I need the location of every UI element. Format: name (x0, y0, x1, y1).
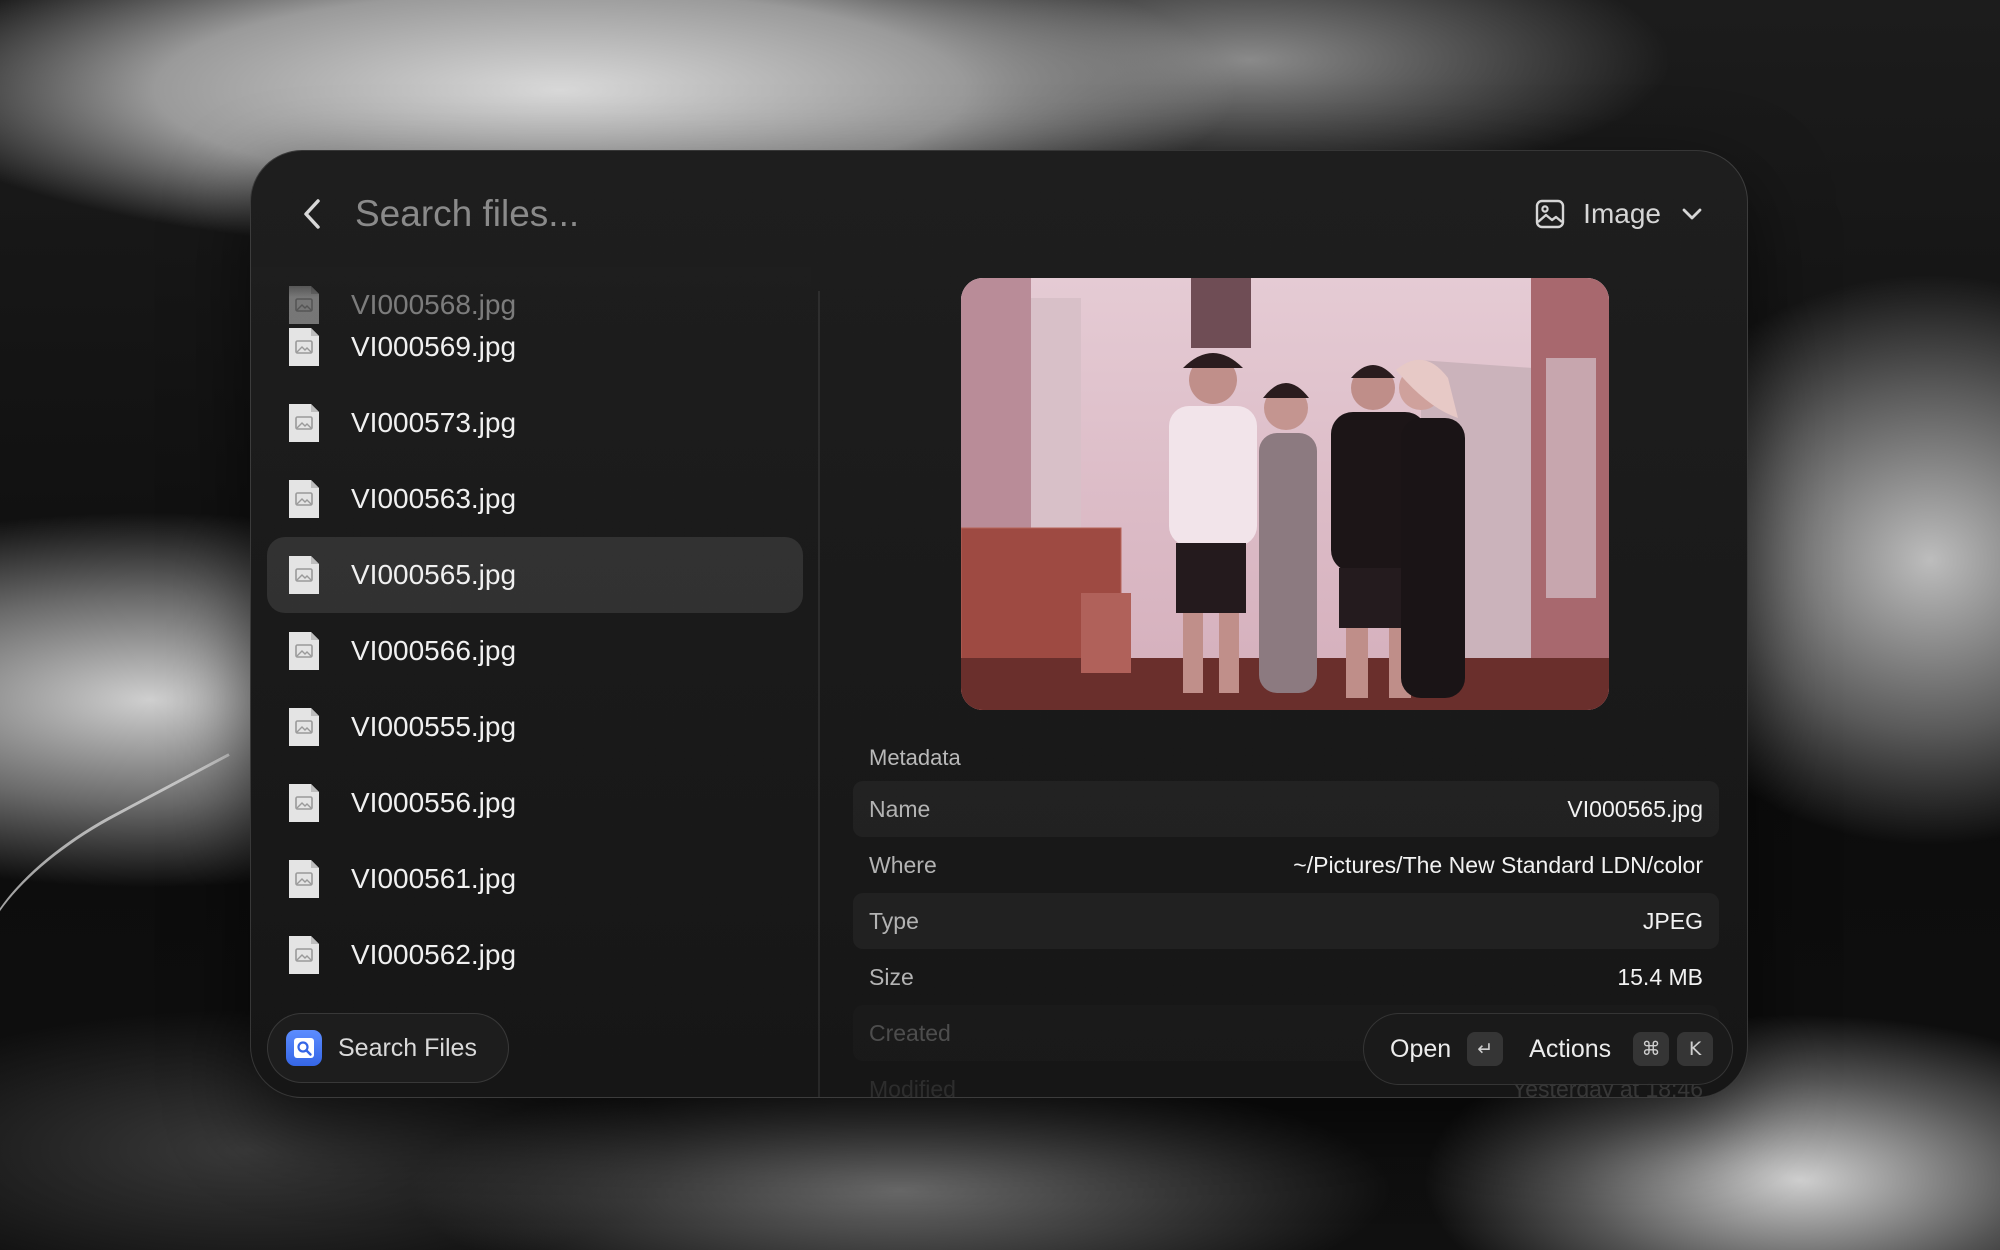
metadata-value: 15.4 MB (1617, 963, 1703, 990)
jpg-file-icon (289, 784, 319, 822)
metadata-value: JPEG (1642, 907, 1703, 934)
file-list-item[interactable]: VI000561.jpg (267, 841, 803, 917)
k-key: K (1677, 1032, 1714, 1066)
search-header: Image (251, 151, 1747, 277)
metadata-key: Where (869, 851, 937, 878)
app-label: Search Files (338, 1033, 477, 1062)
file-name: VI000573.jpg (351, 407, 517, 438)
file-list-item[interactable]: VI000573.jpg (267, 385, 803, 461)
file-name: VI000563.jpg (351, 483, 517, 514)
actions-label: Actions (1529, 1034, 1612, 1063)
panel-divider (818, 291, 820, 1097)
jpg-file-icon (289, 708, 319, 746)
file-list-item[interactable]: VI000569.jpg (267, 309, 803, 385)
file-name: VI000569.jpg (351, 331, 517, 362)
file-name: VI000561.jpg (351, 863, 517, 894)
file-name: VI000555.jpg (351, 711, 517, 742)
file-name: VI000566.jpg (351, 635, 517, 666)
jpg-file-icon (289, 328, 319, 366)
file-name: VI000556.jpg (351, 787, 517, 818)
jpg-file-icon (289, 860, 319, 898)
file-list-item[interactable]: VI000563.jpg (267, 461, 803, 537)
command-key-icon: ⌘ (1633, 1032, 1670, 1066)
file-list-item[interactable]: VI000555.jpg (267, 689, 803, 765)
file-list: VI000568.jpg VI000569.jpg VI000573.jpg V… (267, 267, 807, 1097)
metadata-key: Modified (869, 1075, 956, 1098)
file-list-item[interactable]: VI000556.jpg (267, 765, 803, 841)
metadata-key: Created (869, 1019, 951, 1046)
file-name: VI000562.jpg (351, 939, 517, 970)
jpg-file-icon (289, 404, 319, 442)
search-files-extension-pill[interactable]: Search Files (267, 1013, 509, 1083)
open-button[interactable]: Open ↵ (1390, 1032, 1504, 1066)
search-files-app-icon (286, 1030, 322, 1066)
magnifier-document-icon (294, 1038, 314, 1058)
jpg-file-icon (289, 480, 319, 518)
launcher-window: Image VI000568.jpg VI000569.jpg VI000573… (250, 150, 1748, 1098)
return-key-icon: ↵ (1467, 1032, 1504, 1066)
image-icon (1535, 199, 1565, 229)
jpg-file-icon (289, 632, 319, 670)
back-button[interactable] (291, 192, 335, 236)
filter-label: Image (1583, 198, 1661, 229)
open-label: Open (1390, 1034, 1452, 1063)
metadata-key: Size (869, 963, 914, 990)
type-filter-dropdown[interactable]: Image (1535, 198, 1703, 230)
jpg-file-icon (289, 556, 319, 594)
file-list-item[interactable]: VI000562.jpg (267, 917, 803, 993)
metadata-value: VI000565.jpg (1567, 795, 1703, 822)
metadata-row-name: Name VI000565.jpg (853, 781, 1719, 837)
metadata-row-size: Size 15.4 MB (853, 949, 1719, 1005)
photo-preview (961, 278, 1609, 710)
action-bar: Open ↵ Actions ⌘ K (1363, 1013, 1733, 1085)
metadata-value: ~/Pictures/The New Standard LDN/color (1293, 851, 1703, 878)
metadata-row-where: Where ~/Pictures/The New Standard LDN/co… (853, 837, 1719, 893)
metadata-key: Name (869, 795, 931, 822)
image-preview (961, 278, 1609, 710)
file-list-item[interactable]: VI000566.jpg (267, 613, 803, 689)
file-list-item-selected[interactable]: VI000565.jpg (267, 537, 803, 613)
search-input[interactable] (355, 193, 1536, 235)
chevron-left-icon (304, 199, 320, 229)
metadata-row-type: Type JPEG (853, 893, 1719, 949)
chevron-down-icon (1682, 208, 1702, 220)
metadata-title: Metadata (869, 745, 961, 770)
actions-button[interactable]: Actions ⌘ K (1529, 1032, 1714, 1066)
file-name: VI000565.jpg (351, 559, 517, 590)
jpg-file-icon (289, 936, 319, 974)
metadata-key: Type (869, 907, 919, 934)
